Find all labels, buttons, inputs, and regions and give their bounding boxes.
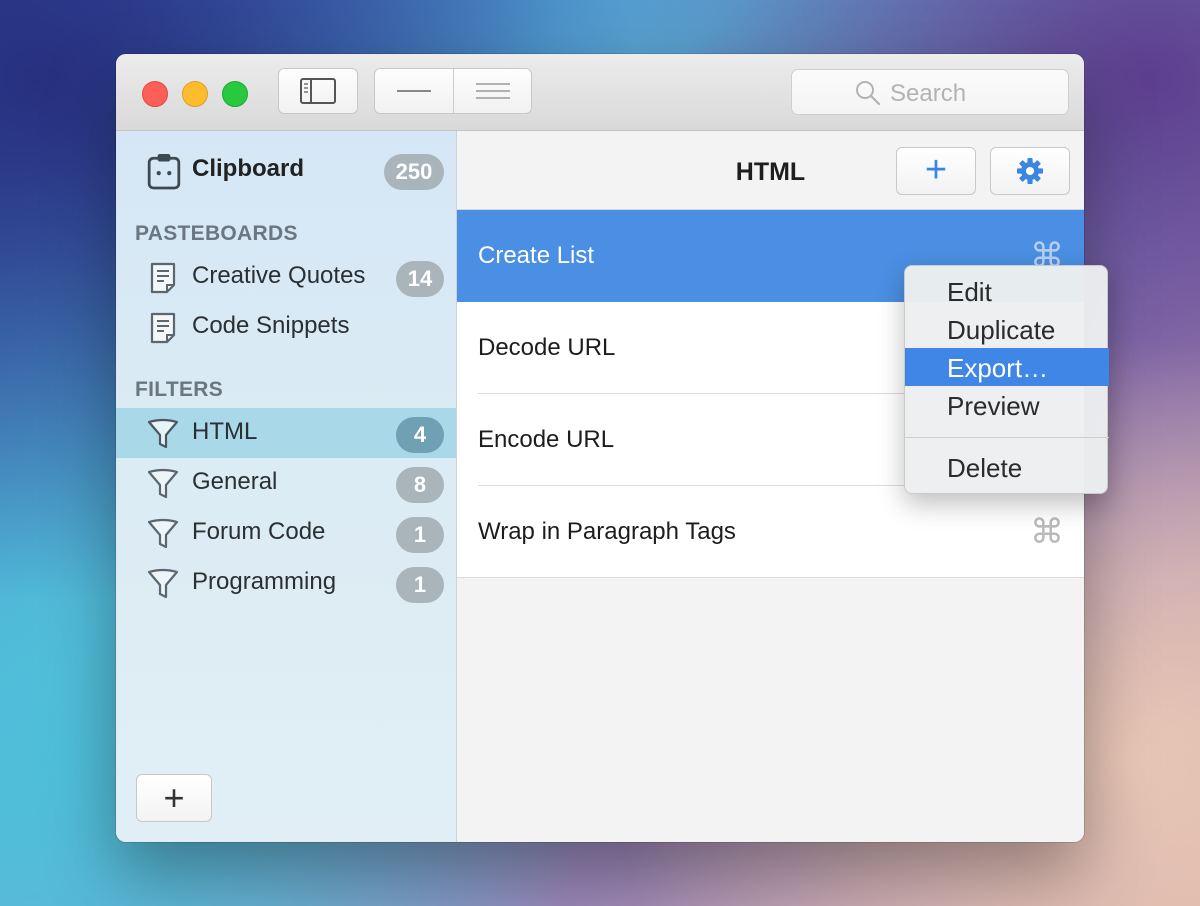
menu-separator	[905, 437, 1109, 438]
command-key-icon: ⌘	[1030, 513, 1064, 551]
toggle-sidebar-button[interactable]	[278, 68, 358, 114]
clipboard-icon	[147, 154, 181, 190]
sidebar-item-label: Programming	[192, 568, 337, 595]
close-window-button[interactable]	[142, 81, 168, 107]
filters-section-header: FILTERS	[135, 378, 224, 401]
list-item-label: Decode URL	[478, 334, 616, 361]
settings-button[interactable]	[990, 147, 1070, 195]
plus-icon: +	[924, 149, 948, 191]
content-header: HTML +	[457, 131, 1084, 210]
sidebar-toggle-icon	[300, 78, 336, 104]
menu-item-preview[interactable]: Preview	[905, 386, 1109, 424]
list-item-label: Wrap in Paragraph Tags	[478, 518, 736, 545]
funnel-icon	[147, 568, 179, 599]
menu-item-label: Delete	[947, 453, 1023, 483]
sidebar-item-html[interactable]: HTML 4	[116, 408, 456, 458]
sidebar-item-label: HTML	[192, 418, 258, 445]
gear-icon	[1017, 158, 1043, 184]
sidebar-item-label: General	[192, 468, 278, 495]
sidebar: Clipboard 250 PASTEBOARDS Creative Quote…	[116, 131, 457, 842]
menu-item-delete[interactable]: Delete	[905, 448, 1109, 486]
zoom-window-button[interactable]	[222, 81, 248, 107]
title-bar: Search	[116, 54, 1084, 131]
menu-item-label: Edit	[947, 277, 992, 307]
context-menu: Edit Duplicate Export… Preview Delete	[904, 265, 1109, 494]
menu-item-label: Duplicate	[947, 315, 1056, 345]
pasteboards-section-header: PASTEBOARDS	[135, 222, 298, 245]
menu-item-export[interactable]: Export…	[905, 348, 1109, 386]
count-badge: 1	[396, 567, 444, 603]
search-icon	[856, 81, 881, 106]
sidebar-item-programming[interactable]: Programming 1	[116, 558, 456, 608]
sidebar-item-creative-quotes[interactable]: Creative Quotes 14	[116, 252, 456, 302]
row-divider	[457, 577, 1084, 578]
menu-item-edit[interactable]: Edit	[905, 272, 1109, 310]
single-line-icon	[397, 90, 431, 92]
pasteboard-document-icon	[150, 312, 176, 344]
sidebar-item-general[interactable]: General 8	[116, 458, 456, 508]
compact-view-button[interactable]	[375, 69, 454, 113]
pasteboard-document-icon	[150, 262, 176, 294]
menu-item-duplicate[interactable]: Duplicate	[905, 310, 1109, 348]
sidebar-item-label: Creative Quotes	[192, 262, 366, 289]
list-item-wrap-in-paragraph-tags[interactable]: Wrap in Paragraph Tags ⌘	[457, 486, 1084, 578]
funnel-icon	[147, 518, 179, 549]
list-lines-icon	[476, 83, 510, 99]
funnel-icon	[147, 468, 179, 499]
search-field[interactable]: Search	[791, 69, 1069, 115]
view-mode-segmented-control	[374, 68, 532, 114]
sidebar-item-code-snippets[interactable]: Code Snippets	[116, 302, 456, 352]
list-item-label: Encode URL	[478, 426, 615, 453]
add-pasteboard-button[interactable]: +	[136, 774, 212, 822]
funnel-icon	[147, 418, 179, 449]
count-badge: 14	[396, 261, 444, 297]
count-badge: 1	[396, 517, 444, 553]
clipboard-count-badge: 250	[384, 154, 444, 190]
sidebar-item-forum-code[interactable]: Forum Code 1	[116, 508, 456, 558]
count-badge: 4	[396, 417, 444, 453]
list-view-button[interactable]	[454, 69, 532, 113]
search-placeholder: Search	[890, 80, 967, 107]
sidebar-item-label: Clipboard	[192, 155, 304, 182]
sidebar-item-label: Forum Code	[192, 518, 326, 545]
add-item-button[interactable]: +	[896, 147, 976, 195]
sidebar-item-clipboard[interactable]: Clipboard 250	[116, 145, 456, 195]
plus-icon: +	[163, 777, 185, 818]
menu-item-label: Export…	[947, 353, 1049, 383]
menu-item-label: Preview	[947, 391, 1040, 421]
sidebar-item-label: Code Snippets	[192, 312, 350, 339]
count-badge: 8	[396, 467, 444, 503]
list-item-label: Create List	[478, 242, 595, 269]
minimize-window-button[interactable]	[182, 81, 208, 107]
